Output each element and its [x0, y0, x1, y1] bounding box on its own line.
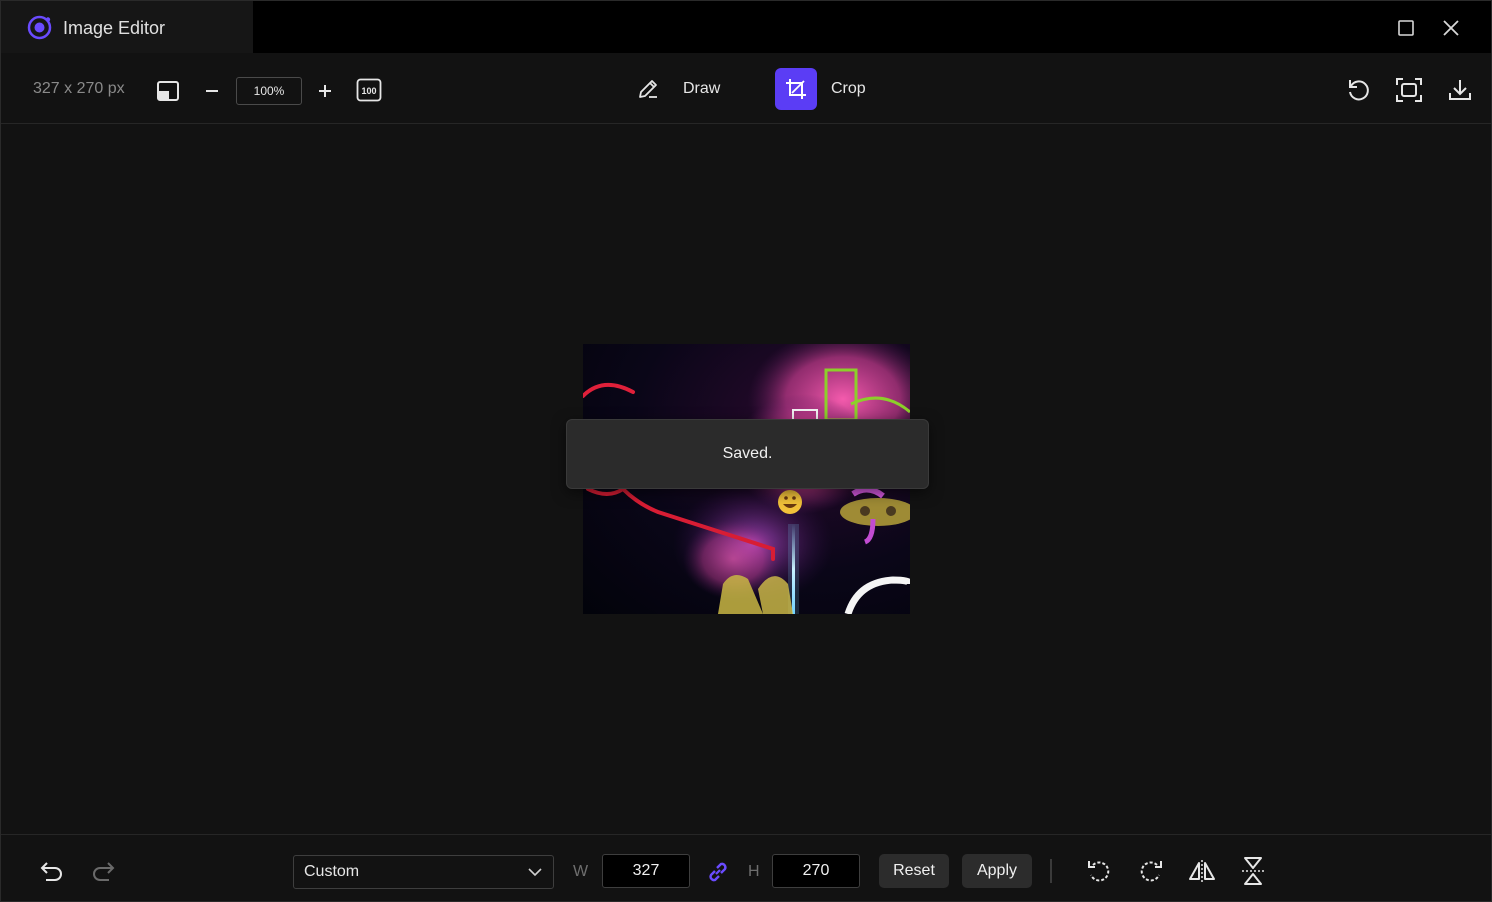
image-editor-window: Image Editor 327 x 270 px 100% 100 Draw …	[0, 0, 1492, 902]
undo-button[interactable]	[38, 857, 66, 885]
title-bar: Image Editor	[1, 1, 1491, 53]
fit-screen-button[interactable]	[1393, 75, 1425, 105]
editor-canvas[interactable]: Saved.	[1, 124, 1491, 834]
revert-icon	[1349, 80, 1369, 101]
rotate-right-icon	[1140, 861, 1162, 882]
zoom-level-field[interactable]: 100%	[236, 77, 302, 105]
maximize-button[interactable]	[1391, 13, 1421, 43]
close-icon	[1443, 20, 1459, 36]
zoom-in-button[interactable]	[314, 77, 336, 105]
app-logo-icon	[27, 15, 52, 40]
chevron-down-icon	[528, 868, 542, 877]
aspect-ratio-select[interactable]: Custom	[293, 855, 554, 889]
width-label: W	[573, 863, 589, 880]
minus-icon	[206, 90, 218, 92]
close-button[interactable]	[1436, 13, 1466, 43]
title-tab: Image Editor	[1, 1, 253, 53]
compare-view-icon	[157, 81, 179, 101]
undo-icon	[40, 862, 62, 881]
toast-message: Saved.	[722, 445, 773, 462]
app-title: Image Editor	[63, 18, 166, 38]
actual-size-button[interactable]: 100	[355, 76, 383, 104]
compare-button[interactable]	[154, 77, 182, 105]
flip-vertical-button[interactable]	[1239, 855, 1267, 887]
aspect-ratio-value: Custom	[304, 863, 360, 880]
redo-button[interactable]	[89, 857, 117, 885]
crop-icon	[786, 79, 806, 99]
pencil-icon	[639, 80, 657, 98]
zoom-out-button[interactable]	[201, 77, 223, 105]
draw-mode-label: Draw	[683, 80, 721, 97]
svg-text:100: 100	[361, 86, 376, 96]
reset-button[interactable]: Reset	[879, 854, 949, 888]
crop-icon-box	[775, 68, 817, 110]
download-icon	[1449, 80, 1471, 100]
bottom-toolbar: Custom W H Reset Apply	[1, 834, 1491, 901]
flip-vertical-icon	[1242, 857, 1264, 885]
draw-mode-button[interactable]: Draw	[627, 68, 720, 110]
rotate-left-icon	[1088, 861, 1110, 882]
rotate-right-button[interactable]	[1137, 857, 1165, 885]
height-label: H	[748, 863, 760, 880]
download-button[interactable]	[1445, 75, 1475, 105]
saved-toast: Saved.	[566, 419, 929, 489]
maximize-icon	[1398, 20, 1414, 36]
flip-horizontal-icon	[1189, 860, 1215, 882]
flip-horizontal-button[interactable]	[1187, 857, 1217, 885]
plus-icon	[319, 85, 331, 97]
actual-size-icon: 100	[356, 78, 382, 102]
link-icon	[709, 862, 727, 882]
width-input[interactable]	[602, 854, 690, 888]
image-dimensions: 327 x 270 px	[33, 80, 125, 97]
toolbar-divider	[1050, 859, 1052, 883]
draw-icon-box	[627, 68, 669, 110]
revert-button[interactable]	[1343, 75, 1373, 105]
fit-screen-icon	[1396, 78, 1422, 102]
crop-mode-button[interactable]: Crop	[775, 68, 866, 110]
link-aspect-button[interactable]	[705, 859, 731, 885]
rotate-left-button[interactable]	[1085, 857, 1113, 885]
top-toolbar: 327 x 270 px 100% 100 Draw Crop	[1, 53, 1491, 124]
redo-icon	[93, 862, 115, 881]
crop-mode-label: Crop	[831, 80, 866, 97]
apply-button[interactable]: Apply	[962, 854, 1032, 888]
height-input[interactable]	[772, 854, 860, 888]
